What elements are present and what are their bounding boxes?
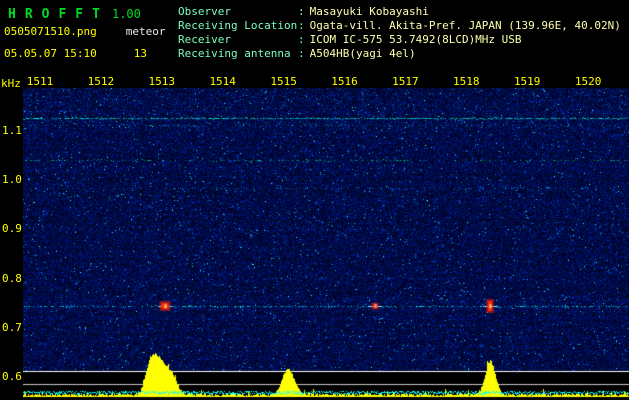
y-tick-label: 0.8 — [2, 271, 22, 285]
station-info-value: A504HB(yagi 4el) — [309, 47, 416, 60]
station-info-row: Observer: Masayuki Kobayashi — [178, 5, 621, 19]
y-axis-labels: 1.1 1.0 0.9 0.8 0.7 0.6 — [2, 88, 23, 400]
app-logo: HROFFT — [8, 7, 109, 22]
observation-datetime: 05.05.07 15:10 — [4, 47, 97, 60]
y-tick-label: 1.0 — [2, 173, 22, 187]
app-logo-row: HROFFT 1.00 — [8, 3, 141, 22]
station-info-value: ICOM IC-575 53.7492(8LCD)MHz USB — [309, 33, 522, 46]
y-tick-label: 0.6 — [2, 370, 22, 383]
station-info: Observer: Masayuki Kobayashi Receiving Loc… — [178, 5, 621, 61]
x-tick-label: 1517 — [392, 75, 419, 88]
x-tick-label: 1520 — [574, 75, 602, 88]
station-info-row: Receiver: ICOM IC-575 53.7492(8LCD)MHz US… — [178, 33, 621, 47]
spectrogram-canvas — [23, 88, 629, 400]
station-info-row: Receiving Location: Ogata-vill. Akita-Pre… — [178, 19, 621, 33]
station-info-row: Receiving antenna: A504HB(yagi 4el) — [178, 47, 621, 61]
station-info-value: Masayuki Kobayashi — [309, 5, 429, 18]
app-version: 1.00 — [111, 7, 141, 21]
x-tick-label: 1519 — [513, 75, 541, 88]
station-info-label: Receiving Location — [178, 19, 298, 32]
output-filename: 0505071510.png — [4, 25, 97, 38]
x-tick-label: 1511 — [26, 75, 54, 88]
station-info-label: Observer — [178, 5, 231, 18]
station-info-label: Receiving antenna — [178, 47, 291, 60]
x-tick-label: 1512 — [87, 75, 115, 88]
y-tick-label: 0.9 — [2, 222, 22, 236]
station-info-label: Receiver — [178, 33, 231, 46]
station-info-value: Ogata-vill. Akita-Pref. JAPAN (139.96E, … — [309, 19, 621, 32]
x-tick-label: 1515 — [270, 75, 297, 88]
y-tick-label: 1.1 — [2, 124, 22, 137]
x-tick-label: 1518 — [453, 75, 480, 88]
station-info-separator: : — [298, 5, 305, 18]
time-info-row: 05.05.07 15:10 13 — [4, 47, 147, 60]
y-tick-label: 0.7 — [2, 320, 22, 334]
station-info-separator: : — [298, 47, 305, 60]
station-info-separator: : — [298, 19, 305, 32]
mode-label: meteor — [125, 25, 166, 38]
x-tick-label: 1516 — [331, 75, 358, 88]
x-axis-labels: 1511 1512 1513 1514 1515 1516 1517 1518 1519 1520 — [23, 75, 629, 88]
x-tick-label: 1514 — [209, 75, 236, 88]
x-tick-label: 1513 — [148, 75, 176, 88]
hrofft-screen: HROFFT 1.00 0505071510.png meteor 05.05.07… — [0, 0, 629, 400]
station-info-separator: : — [298, 33, 305, 46]
echo-count: 13 — [133, 47, 147, 60]
file-info-row: 0505071510.png meteor — [4, 25, 165, 38]
